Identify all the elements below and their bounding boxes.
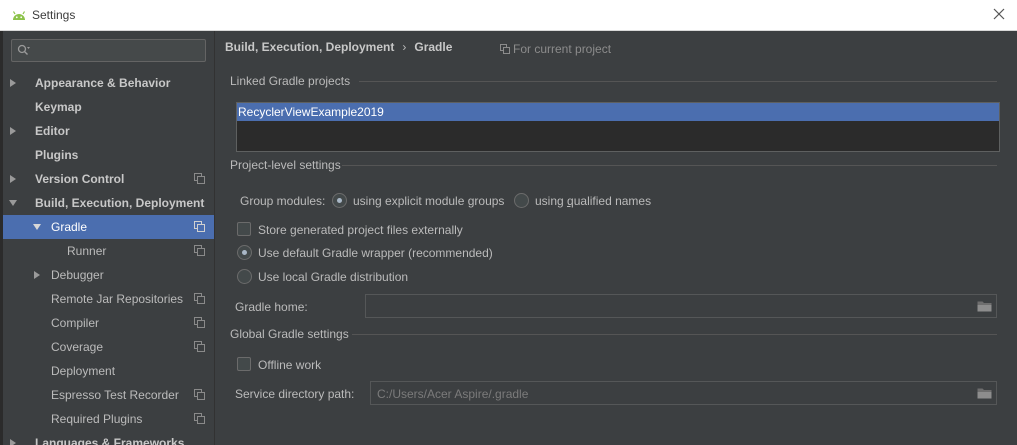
sidebar-item-label: Keymap xyxy=(35,100,82,114)
expand-right-icon[interactable] xyxy=(33,271,41,279)
expand-down-icon[interactable] xyxy=(9,199,17,207)
project-settings-icon xyxy=(194,389,205,400)
group-modules-label: Group modules: xyxy=(240,194,326,208)
scope-label: For current project xyxy=(513,42,612,56)
sidebar-item-label: Runner xyxy=(67,244,107,258)
sidebar-item-runner[interactable]: Runner xyxy=(3,239,214,263)
breadcrumb-separator: › xyxy=(402,40,407,54)
expand-right-icon[interactable] xyxy=(9,127,17,135)
section-divider xyxy=(352,334,997,335)
sidebar-item-label: Gradle xyxy=(51,220,88,234)
offline-work-checkbox[interactable] xyxy=(237,357,251,371)
radio-local-distribution[interactable] xyxy=(237,269,252,284)
sidebar-item-debugger[interactable]: Debugger xyxy=(3,263,214,287)
service-dir-field[interactable] xyxy=(370,381,997,405)
expand-right-icon[interactable] xyxy=(9,439,17,445)
project-settings-icon xyxy=(194,245,205,256)
sidebar-item-label: Coverage xyxy=(51,340,104,354)
project-settings-icon xyxy=(194,173,205,184)
sidebar-item-label: Remote Jar Repositories xyxy=(51,292,184,306)
sidebar-item-label: Languages & Frameworks xyxy=(35,436,185,445)
service-dir-label: Service directory path: xyxy=(235,387,355,401)
radio-default-wrapper[interactable] xyxy=(237,245,252,260)
sidebar-item-label: Debugger xyxy=(51,268,104,282)
explicit-module-groups-label[interactable]: using explicit module groups xyxy=(353,194,504,208)
settings-search[interactable] xyxy=(11,39,206,62)
sidebar-item-appearance-behavior[interactable]: Appearance & Behavior xyxy=(3,71,214,95)
sidebar-item-label: Espresso Test Recorder xyxy=(51,388,179,402)
project-settings-icon xyxy=(194,341,205,352)
gradle-home-input[interactable] xyxy=(372,299,932,314)
settings-tree: Appearance & Behavior Keymap Editor Plugins… xyxy=(3,71,214,445)
folder-icon[interactable] xyxy=(977,300,992,312)
sidebar-item-espresso-test-recorder[interactable]: Espresso Test Recorder xyxy=(3,383,214,407)
qualified-prefix: using xyxy=(535,194,568,208)
gradle-home-field[interactable] xyxy=(365,294,997,318)
project-level-title: Project-level settings xyxy=(230,158,341,172)
settings-sidebar: Appearance & Behavior Keymap Editor Plugins… xyxy=(0,31,214,445)
gradle-settings-panel: Build, Execution, Deployment › Gradle For … xyxy=(215,31,1017,445)
sidebar-item-label: Required Plugins xyxy=(51,412,143,426)
project-settings-icon xyxy=(194,293,205,304)
folder-icon[interactable] xyxy=(977,387,992,399)
default-wrapper-label[interactable]: Use default Gradle wrapper (recommended) xyxy=(258,246,493,260)
sidebar-item-label: Deployment xyxy=(51,364,116,378)
section-divider xyxy=(359,81,997,82)
sidebar-item-editor[interactable]: Editor xyxy=(3,119,214,143)
local-distribution-label[interactable]: Use local Gradle distribution xyxy=(258,270,408,284)
sidebar-item-required-plugins[interactable]: Required Plugins xyxy=(3,407,214,431)
sidebar-item-coverage[interactable]: Coverage xyxy=(3,335,214,359)
search-input[interactable] xyxy=(36,42,200,59)
expand-down-icon[interactable] xyxy=(33,223,41,231)
sidebar-item-label: Editor xyxy=(35,124,70,138)
gradle-home-label: Gradle home: xyxy=(235,300,308,314)
store-external-label[interactable]: Store generated project files externally xyxy=(258,223,463,237)
store-external-checkbox[interactable] xyxy=(237,222,251,236)
sidebar-item-languages-frameworks[interactable]: Languages & Frameworks xyxy=(3,431,214,445)
project-settings-icon xyxy=(194,413,205,424)
window-title: Settings xyxy=(32,8,76,22)
qualified-names-label[interactable]: using qualified names xyxy=(535,194,651,208)
breadcrumb-current: Gradle xyxy=(414,40,453,54)
sidebar-item-keymap[interactable]: Keymap xyxy=(3,95,214,119)
linked-projects-title: Linked Gradle projects xyxy=(230,74,351,88)
sidebar-item-remote-jar-repositories[interactable]: Remote Jar Repositories xyxy=(3,287,214,311)
title-bar: Settings xyxy=(0,0,1017,31)
breadcrumb: Build, Execution, Deployment › Gradle xyxy=(225,40,452,54)
linked-projects-list[interactable]: RecyclerViewExample2019 xyxy=(236,102,1000,152)
qualified-mnemonic: q xyxy=(567,194,574,208)
service-dir-input[interactable] xyxy=(377,386,937,401)
qualified-suffix: ualified names xyxy=(573,194,652,208)
sidebar-item-deployment[interactable]: Deployment xyxy=(3,359,214,383)
linked-project-row[interactable]: RecyclerViewExample2019 xyxy=(237,103,999,121)
offline-work-label[interactable]: Offline work xyxy=(258,358,321,372)
sidebar-item-label: Compiler xyxy=(51,316,100,330)
close-icon[interactable] xyxy=(991,6,1007,22)
expand-right-icon[interactable] xyxy=(9,175,17,183)
sidebar-item-plugins[interactable]: Plugins xyxy=(3,143,214,167)
radio-explicit-module-groups[interactable] xyxy=(332,193,347,208)
project-scope-note: For current project xyxy=(500,42,611,56)
sidebar-item-label: Build, Execution, Deployment xyxy=(35,196,205,210)
android-studio-icon xyxy=(12,11,26,20)
section-divider xyxy=(342,165,997,166)
sidebar-item-version-control[interactable]: Version Control xyxy=(3,167,214,191)
sidebar-item-label: Appearance & Behavior xyxy=(35,76,171,90)
sidebar-item-gradle[interactable]: Gradle xyxy=(3,215,214,239)
global-settings-title: Global Gradle settings xyxy=(230,327,349,341)
sidebar-item-label: Plugins xyxy=(35,148,79,162)
search-icon[interactable] xyxy=(17,44,31,57)
sidebar-item-label: Version Control xyxy=(35,172,125,186)
copy-icon xyxy=(500,44,510,54)
sidebar-item-build-execution-deployment[interactable]: Build, Execution, Deployment xyxy=(3,191,214,215)
project-settings-icon xyxy=(194,317,205,328)
project-settings-icon xyxy=(194,221,205,232)
radio-qualified-names[interactable] xyxy=(514,193,529,208)
sidebar-item-compiler[interactable]: Compiler xyxy=(3,311,214,335)
expand-right-icon[interactable] xyxy=(9,79,17,87)
breadcrumb-parent: Build, Execution, Deployment xyxy=(225,40,395,54)
